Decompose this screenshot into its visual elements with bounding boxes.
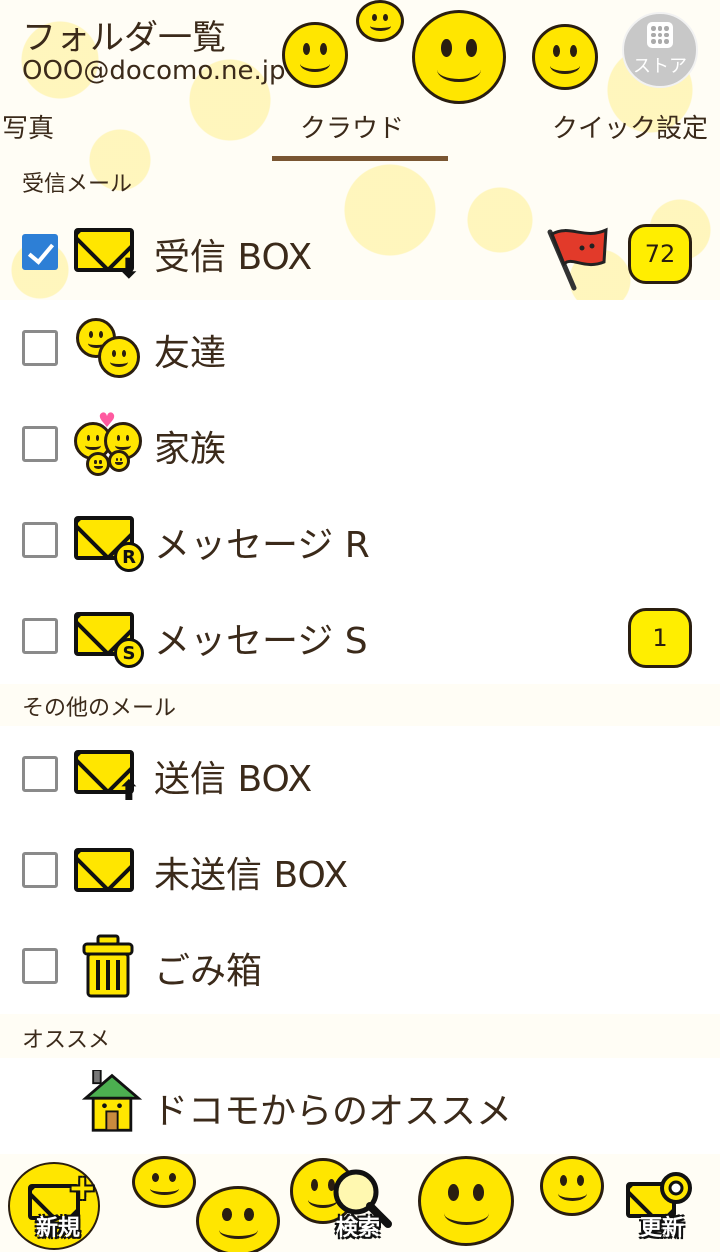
unsent-envelope-icon <box>72 838 144 902</box>
smiley-decoration-icon <box>132 1156 196 1208</box>
page-title: フォルダ一覧 <box>22 18 226 58</box>
trash-icon <box>82 934 134 998</box>
section-inbox-label: 受信メール <box>22 172 133 197</box>
folder-name: 受信 BOX <box>154 237 313 278</box>
folder-checkbox[interactable] <box>22 852 58 888</box>
smiley-decoration-icon <box>418 1156 514 1246</box>
recommend-row[interactable]: ドコモからのオススメ <box>0 1058 720 1154</box>
tab-photo[interactable]: 写真 <box>2 108 54 145</box>
folder-name: メッセージ R <box>154 525 370 566</box>
tab-bar: 写真 クラウド クイック設定 <box>0 108 720 161</box>
new-mail-label: 新規 <box>35 1216 80 1241</box>
folder-row-trash[interactable]: ごみ箱 <box>0 918 720 1014</box>
store-button[interactable]: ストア <box>622 12 698 88</box>
store-label: ストア <box>633 56 687 77</box>
folder-row-family[interactable]: ♥ 家族 <box>0 396 720 492</box>
account-address: OOO@docomo.ne.jp <box>22 56 286 86</box>
folder-checkbox[interactable] <box>22 426 58 462</box>
smiley-decoration-icon <box>540 1156 604 1216</box>
folder-row-friends[interactable]: 友達 <box>0 300 720 396</box>
plus-icon: + <box>68 1168 97 1208</box>
unread-count-badge: 1 <box>628 608 692 668</box>
family-smiley-icon: ♥ <box>72 408 144 476</box>
inbox-envelope-icon: ⬇ <box>72 220 144 284</box>
refresh-label: 更新 <box>639 1216 684 1241</box>
folder-name: 友達 <box>154 333 227 374</box>
folder-name: 家族 <box>154 429 227 470</box>
unread-count-badge: 72 <box>628 224 692 284</box>
search-button[interactable]: 検索 <box>308 1162 408 1250</box>
tab-selected-indicator <box>272 156 448 161</box>
folder-checkbox[interactable] <box>22 330 58 366</box>
folder-checkbox[interactable] <box>22 948 58 984</box>
message-r-envelope-icon: R <box>72 508 144 572</box>
smiley-decoration-icon <box>532 24 598 90</box>
sent-envelope-icon: ⬆ <box>72 742 144 806</box>
folder-checkbox[interactable] <box>22 522 58 558</box>
refresh-button[interactable]: 更新 <box>612 1162 712 1250</box>
folder-checkbox[interactable] <box>22 618 58 654</box>
section-other-label: その他のメール <box>22 696 177 721</box>
folder-checkbox[interactable] <box>22 234 58 270</box>
tab-cloud[interactable]: クラウド <box>300 108 404 145</box>
folder-checkbox[interactable] <box>22 756 58 792</box>
store-icon <box>647 22 673 48</box>
folder-row-inbox[interactable]: ⬇ 受信 BOX 72 <box>0 204 720 300</box>
section-recommend-label: オススメ <box>22 1028 111 1053</box>
folder-row-message-s[interactable]: S メッセージ S 1 <box>0 588 720 684</box>
smiley-decoration-icon <box>356 0 404 42</box>
folder-row-message-r[interactable]: R メッセージ R <box>0 492 720 588</box>
flag-icon <box>547 227 608 291</box>
bottom-action-bar: + 新規 検索 更新 <box>0 1156 720 1252</box>
friends-smiley-icon <box>72 316 144 380</box>
folder-name: 未送信 BOX <box>154 855 349 896</box>
folder-row-unsent[interactable]: 未送信 BOX <box>0 822 720 918</box>
tab-quick-settings[interactable]: クイック設定 <box>552 108 708 145</box>
header: フォルダ一覧 OOO@docomo.ne.jp ストア <box>0 0 720 104</box>
house-smiley-icon <box>81 1070 143 1132</box>
smiley-decoration-icon <box>412 10 506 104</box>
smiley-decoration-icon <box>282 22 348 88</box>
folder-row-sent[interactable]: ⬆ 送信 BOX <box>0 726 720 822</box>
folder-name: メッセージ S <box>154 621 368 662</box>
refresh-icon <box>660 1172 692 1204</box>
new-mail-button[interactable]: + 新規 <box>8 1162 108 1250</box>
message-s-envelope-icon: S <box>72 604 144 668</box>
folder-name: ごみ箱 <box>154 951 263 992</box>
search-label: 検索 <box>335 1216 380 1241</box>
recommend-name: ドコモからのオススメ <box>152 1091 513 1132</box>
folder-name: 送信 BOX <box>154 759 313 800</box>
smiley-decoration-icon <box>196 1186 280 1252</box>
